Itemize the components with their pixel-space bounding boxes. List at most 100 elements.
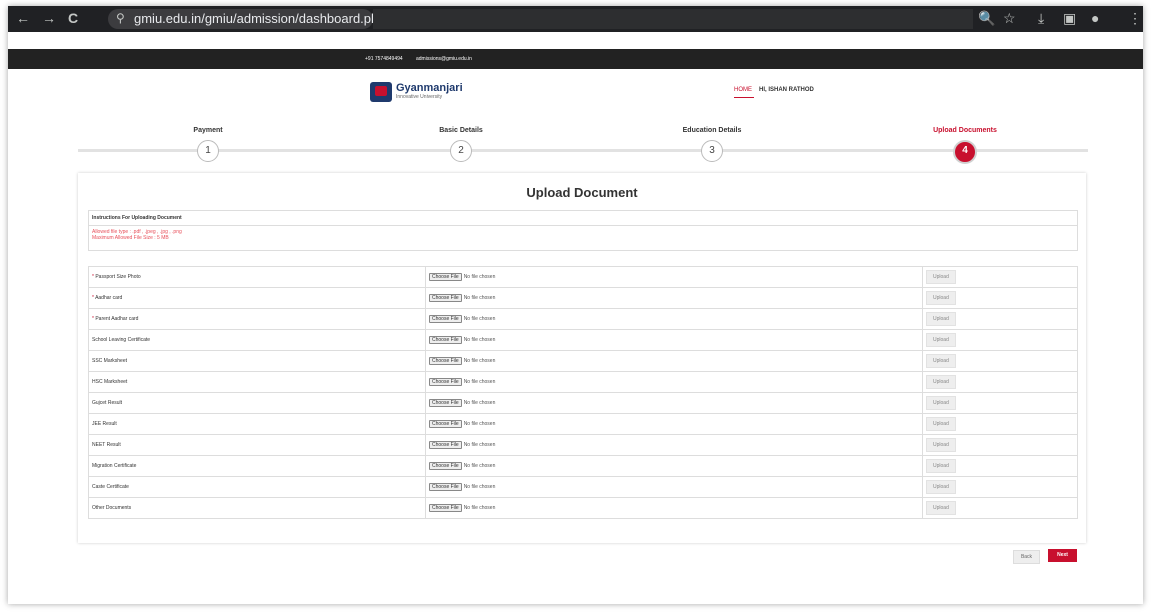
- address-bar[interactable]: ⚲ gmiu.edu.in/gmiu/admission/dashboard.p…: [108, 9, 386, 29]
- upload-button[interactable]: Upload: [926, 375, 956, 389]
- phone-text[interactable]: +91 7574849494: [365, 56, 403, 62]
- document-row: * Parent Aadhar card Choose File No file c…: [88, 308, 1078, 330]
- upload-button[interactable]: Upload: [926, 459, 956, 473]
- upload-cell: Upload: [922, 476, 1078, 498]
- document-label: Aadhar card: [95, 295, 123, 301]
- no-file-text: No file chosen: [463, 379, 496, 385]
- upload-button[interactable]: Upload: [926, 501, 956, 515]
- file-input-cell: Choose File No file chosen: [425, 413, 923, 435]
- step-circle-3[interactable]: 3: [701, 140, 723, 162]
- step-circle-4[interactable]: 4: [953, 140, 977, 164]
- file-input-cell: Choose File No file chosen: [425, 434, 923, 456]
- side-panel-icon[interactable]: ▣: [1063, 10, 1076, 27]
- upload-cell: Upload: [922, 497, 1078, 519]
- nav-home-underline: [734, 97, 754, 98]
- file-input-cell: Choose File No file chosen: [425, 266, 923, 288]
- document-label: NEET Result: [92, 442, 121, 448]
- upload-button[interactable]: Upload: [926, 438, 956, 452]
- document-label: HSC Marksheet: [92, 379, 128, 385]
- logo-subtitle: Innovative University: [396, 94, 443, 100]
- choose-file-button[interactable]: Choose File: [429, 483, 462, 491]
- upload-button[interactable]: Upload: [926, 270, 956, 284]
- document-label-cell: Migration Certificate: [88, 455, 426, 477]
- document-row: * Passport Size Photo Choose File No file …: [88, 266, 1078, 288]
- document-label: Parent Aadhar card: [95, 316, 139, 322]
- choose-file-button[interactable]: Choose File: [429, 336, 462, 344]
- no-file-text: No file chosen: [463, 421, 496, 427]
- nav-home-link[interactable]: HOME: [734, 87, 752, 93]
- choose-file-button[interactable]: Choose File: [429, 441, 462, 449]
- choose-file-button[interactable]: Choose File: [429, 273, 462, 281]
- logo-name: Gyanmanjari: [396, 82, 463, 94]
- email-text[interactable]: admissions@gmiu.edu.in: [416, 56, 472, 62]
- file-input-cell: Choose File No file chosen: [425, 476, 923, 498]
- document-row: JEE Result Choose File No file chosen Uploa…: [88, 413, 1078, 435]
- zoom-icon[interactable]: 🔍: [978, 10, 995, 27]
- step-label-education-details: Education Details: [682, 127, 742, 134]
- max-file-size: Maximum Allowed File Size : 5 MB: [92, 235, 169, 241]
- document-label: Caste Certificate: [92, 484, 129, 490]
- document-label-cell: Gujcet Result: [88, 392, 426, 414]
- choose-file-button[interactable]: Choose File: [429, 357, 462, 365]
- upload-button[interactable]: Upload: [926, 312, 956, 326]
- choose-file-button[interactable]: Choose File: [429, 420, 462, 428]
- choose-file-button[interactable]: Choose File: [429, 462, 462, 470]
- document-label-cell: NEET Result: [88, 434, 426, 456]
- browser-window: ← → C ⚲ gmiu.edu.in/gmiu/admission/dashb…: [8, 6, 1143, 604]
- document-label-cell: HSC Marksheet: [88, 371, 426, 393]
- contact-bar: +91 7574849494 admissions@gmiu.edu.in: [8, 49, 1143, 69]
- document-label: Other Documents: [92, 505, 132, 511]
- star-icon[interactable]: ☆: [1003, 10, 1016, 27]
- upload-cell: Upload: [922, 392, 1078, 414]
- url-text[interactable]: gmiu.edu.in/gmiu/admission/dashboard.php: [134, 11, 386, 26]
- choose-file-button[interactable]: Choose File: [429, 399, 462, 407]
- back-button[interactable]: Back: [1013, 550, 1040, 564]
- no-file-text: No file chosen: [463, 295, 496, 301]
- choose-file-button[interactable]: Choose File: [429, 504, 462, 512]
- reload-icon[interactable]: C: [68, 10, 78, 26]
- download-icon[interactable]: ⤓: [1038, 10, 1044, 27]
- document-label: Gujcet Result: [92, 400, 123, 406]
- browser-toolbar: ← → C ⚲ gmiu.edu.in/gmiu/admission/dashb…: [8, 6, 1143, 32]
- document-row: SSC Marksheet Choose File No file chosen Up…: [88, 350, 1078, 372]
- file-input-cell: Choose File No file chosen: [425, 392, 923, 414]
- upload-button[interactable]: Upload: [926, 333, 956, 347]
- step-circle-2[interactable]: 2: [450, 140, 472, 162]
- upload-button[interactable]: Upload: [926, 354, 956, 368]
- forward-icon[interactable]: →: [42, 10, 56, 26]
- upload-cell: Upload: [922, 266, 1078, 288]
- document-label-cell: SSC Marksheet: [88, 350, 426, 372]
- upload-button[interactable]: Upload: [926, 417, 956, 431]
- instructions-heading: Instructions For Uploading Document: [89, 211, 1077, 226]
- upload-card: Upload Document Instructions For Uploadi…: [78, 173, 1086, 543]
- upload-button[interactable]: Upload: [926, 396, 956, 410]
- document-label-cell: * Parent Aadhar card: [88, 308, 426, 330]
- choose-file-button[interactable]: Choose File: [429, 378, 462, 386]
- upload-button[interactable]: Upload: [926, 480, 956, 494]
- choose-file-button[interactable]: Choose File: [429, 315, 462, 323]
- next-button[interactable]: Next: [1048, 549, 1077, 562]
- browser-menu-icon[interactable]: ⋮: [1128, 10, 1142, 27]
- step-label-payment: Payment: [193, 127, 223, 134]
- choose-file-button[interactable]: Choose File: [429, 294, 462, 302]
- file-input-cell: Choose File No file chosen: [425, 371, 923, 393]
- document-row: School Leaving Certificate Choose File No …: [88, 329, 1078, 351]
- no-file-text: No file chosen: [463, 400, 496, 406]
- file-input-cell: Choose File No file chosen: [425, 497, 923, 519]
- site-info-icon[interactable]: ⚲: [116, 11, 125, 25]
- stepper-track: [78, 149, 1088, 152]
- back-icon[interactable]: ←: [16, 10, 30, 26]
- document-label-cell: School Leaving Certificate: [88, 329, 426, 351]
- no-file-text: No file chosen: [463, 316, 496, 322]
- upload-cell: Upload: [922, 434, 1078, 456]
- step-circle-1[interactable]: 1: [197, 140, 219, 162]
- address-bar-extension[interactable]: [373, 9, 973, 29]
- document-row: NEET Result Choose File No file chosen Uplo…: [88, 434, 1078, 456]
- document-label: JEE Result: [92, 421, 117, 427]
- user-greeting[interactable]: HI, ISHAN RATHOD: [759, 87, 814, 93]
- instructions-box: Instructions For Uploading Document Allo…: [88, 210, 1078, 251]
- document-row: Other Documents Choose File No file chosen…: [88, 497, 1078, 519]
- upload-button[interactable]: Upload: [926, 291, 956, 305]
- no-file-text: No file chosen: [463, 337, 496, 343]
- profile-icon[interactable]: ●: [1091, 10, 1099, 26]
